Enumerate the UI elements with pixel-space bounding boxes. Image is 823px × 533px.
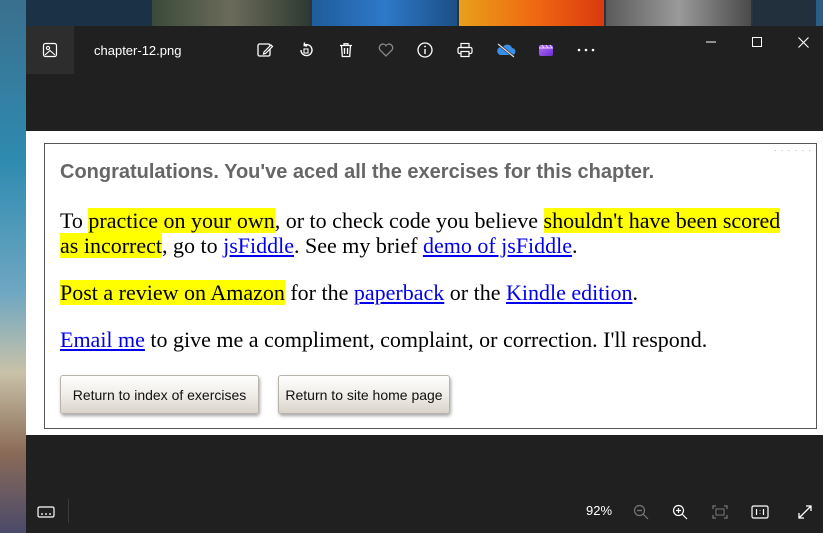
edit-image-icon[interactable] (253, 38, 277, 62)
photos-app-icon[interactable] (26, 26, 74, 74)
rotate-icon[interactable] (294, 38, 318, 62)
return-to-home-button[interactable]: Return to site home page (278, 375, 450, 414)
minimize-button[interactable] (688, 26, 734, 58)
kindle-edition-link[interactable]: Kindle edition (506, 280, 632, 305)
return-to-index-button[interactable]: Return to index of exercises (60, 375, 259, 414)
practice-paragraph: To practice on your own, or to check cod… (60, 208, 800, 258)
jsfiddle-link[interactable]: jsFiddle (223, 233, 294, 258)
filmstrip-icon[interactable] (34, 500, 58, 524)
full-screen-icon[interactable] (793, 500, 817, 524)
review-paragraph: Post a review on Amazon for the paperbac… (60, 280, 800, 305)
paperback-link[interactable]: paperback (354, 280, 444, 305)
email-paragraph: Email me to give me a compliment, compla… (60, 327, 800, 352)
email-me-link[interactable]: Email me (60, 327, 145, 352)
corner-dots: · · · · · · (773, 146, 812, 155)
favorite-icon[interactable] (374, 38, 398, 62)
maximize-button[interactable] (734, 26, 780, 58)
highlight-review: Post a review on Amazon (60, 280, 285, 305)
text: . (572, 233, 578, 258)
clipchamp-icon[interactable] (534, 38, 558, 62)
onedrive-icon[interactable] (494, 38, 518, 62)
delete-icon[interactable] (334, 38, 358, 62)
highlight-practice: practice on your own (88, 208, 275, 233)
text: , go to (162, 233, 224, 258)
photos-window: chapter-12.png · · · · · · Congratulatio… (26, 26, 823, 533)
print-icon[interactable] (453, 38, 477, 62)
title-bar: chapter-12.png (26, 26, 823, 74)
text: to give me a compliment, complaint, or c… (144, 327, 708, 352)
text: . See my brief (294, 233, 423, 258)
zoom-in-icon[interactable] (668, 500, 692, 524)
file-name: chapter-12.png (94, 43, 182, 58)
info-icon[interactable] (413, 38, 437, 62)
fit-to-window-icon[interactable] (708, 500, 732, 524)
congratulations-heading: Congratulations. You've aced all the exe… (60, 161, 655, 183)
separator (68, 499, 69, 523)
exercise-completion-panel: · · · · · · Congratulations. You've aced… (44, 143, 817, 429)
zoom-out-icon[interactable] (629, 500, 653, 524)
text: , or to check code you believe (274, 208, 544, 233)
text: or the (444, 280, 506, 305)
demo-jsfiddle-link[interactable]: demo of jsFiddle (423, 233, 572, 258)
actual-size-icon[interactable] (748, 500, 772, 524)
desktop-left-edge (0, 0, 26, 533)
zoom-level[interactable]: 92% (586, 503, 612, 518)
text: for the (284, 280, 354, 305)
image-viewport: · · · · · · Congratulations. You've aced… (26, 131, 823, 435)
text: To (60, 208, 89, 233)
close-button[interactable] (780, 26, 823, 58)
more-icon[interactable] (574, 38, 598, 62)
text: . (632, 280, 638, 305)
desktop-background (0, 0, 823, 26)
status-bar: 92% (26, 491, 823, 533)
